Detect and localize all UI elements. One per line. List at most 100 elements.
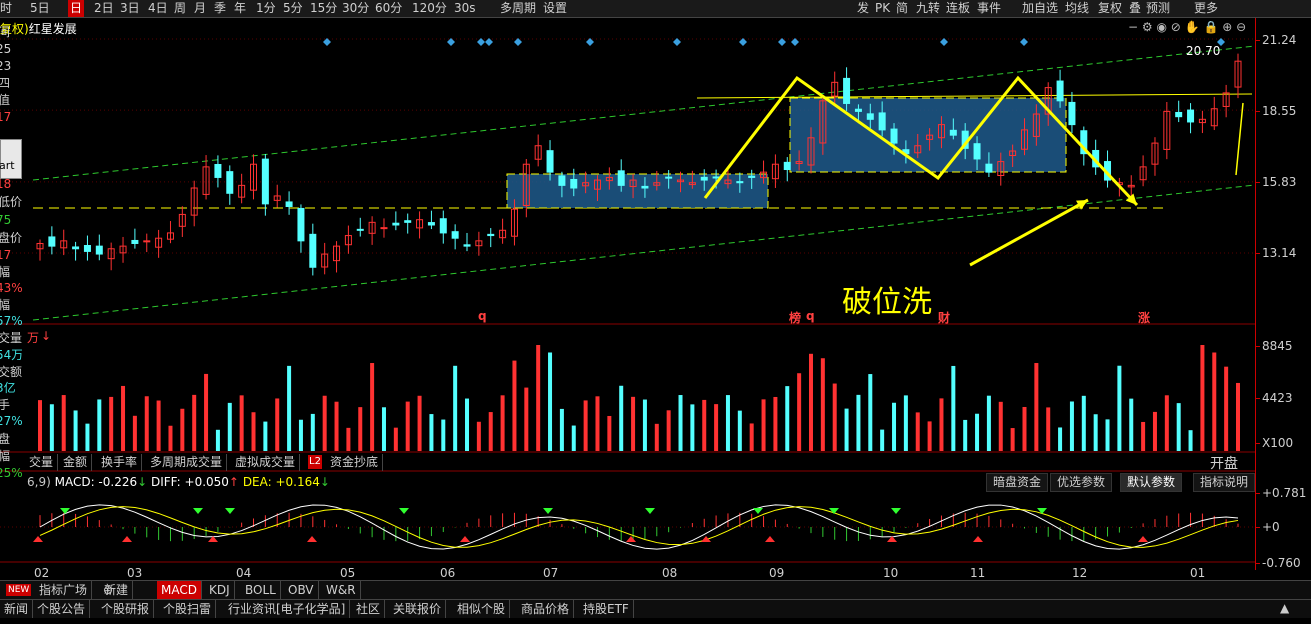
event-marker[interactable]: q xyxy=(478,309,487,323)
volume-bar xyxy=(156,400,161,451)
sell-signal-icon xyxy=(645,508,655,514)
macd-button-2[interactable]: 默认参数 xyxy=(1120,473,1183,492)
volume-bar xyxy=(595,396,600,451)
news-tab-4[interactable]: 行业资讯[电子化学品] xyxy=(224,600,351,619)
eye-icon[interactable]: ◉ xyxy=(1156,20,1166,34)
news-tab-7[interactable]: 相似个股 xyxy=(453,600,511,619)
sell-signal-icon xyxy=(60,508,70,514)
hand-icon[interactable]: ✋ xyxy=(1185,20,1200,34)
zoom-in-icon[interactable]: ⊕ xyxy=(1222,20,1232,34)
kline-chart xyxy=(0,38,1256,563)
volume-bar xyxy=(571,425,576,451)
quote-field: 23 xyxy=(0,59,12,73)
sell-signal-icon xyxy=(543,508,553,514)
macd-button-1[interactable]: 优选参数 xyxy=(1050,473,1113,492)
news-tab-3[interactable]: 个股扫雷 xyxy=(159,600,217,619)
volume-tab-1[interactable]: 金额 xyxy=(59,454,93,471)
volume-tab-0[interactable]: 交量 xyxy=(25,454,59,471)
axis-label: 8845 xyxy=(1262,339,1293,353)
news-tab-5[interactable]: 社区 xyxy=(352,600,386,619)
volume-bar xyxy=(1176,403,1181,451)
buy-signal-icon xyxy=(460,536,470,542)
volume-tab-3[interactable]: 多周期成交量 xyxy=(146,454,228,471)
volume-bar xyxy=(631,396,636,451)
volume-bar xyxy=(239,395,244,451)
minimize-icon[interactable]: − xyxy=(1128,20,1138,34)
hide-icon[interactable]: ⊘ xyxy=(1171,20,1181,34)
indicator-tab-4[interactable]: KDJ xyxy=(205,581,235,599)
volume-bar xyxy=(310,413,315,451)
volume-tab-2[interactable]: 换手率 xyxy=(97,454,143,471)
volume-bar xyxy=(1069,401,1074,451)
quote-field: 27% xyxy=(0,414,22,428)
buy-signal-icon xyxy=(701,536,711,542)
volume-bar xyxy=(844,408,849,451)
month-label: 02 xyxy=(34,566,50,580)
volume-tab-5[interactable]: 资金抄底 xyxy=(326,454,384,471)
volume-bar xyxy=(73,410,78,451)
buy-signal-icon xyxy=(1138,536,1148,542)
event-marker[interactable]: 财 xyxy=(938,309,950,326)
volume-bar xyxy=(358,407,363,451)
news-tab-2[interactable]: 个股研报 xyxy=(97,600,155,619)
axis-label: 15.83 xyxy=(1262,175,1297,189)
indicator-tab-6[interactable]: OBV xyxy=(284,581,319,599)
buy-signal-icon xyxy=(973,536,983,542)
event-marker[interactable]: q xyxy=(806,309,815,323)
event-diamond-icon xyxy=(673,38,681,46)
consolidation-box-1 xyxy=(506,173,769,209)
quote-field: 17 xyxy=(0,248,12,262)
macd-button-3[interactable]: 指标说明 xyxy=(1193,473,1256,492)
event-marker[interactable]: 涨 xyxy=(1138,309,1150,326)
sell-signal-icon xyxy=(1037,508,1047,514)
news-tab-0[interactable]: 新闻 xyxy=(0,600,34,619)
robot-icon[interactable]: ⊙ xyxy=(103,583,113,597)
lock-icon[interactable]: 🔒 xyxy=(1203,20,1218,34)
news-tab-1[interactable]: 个股公告 xyxy=(33,600,91,619)
volume-bar xyxy=(251,412,256,451)
sell-signal-icon xyxy=(399,508,409,514)
volume-bar xyxy=(856,394,861,451)
indicator-tab-0[interactable]: NEW xyxy=(6,584,32,596)
quote-field: 交量 xyxy=(0,331,22,345)
axis-tick xyxy=(1255,563,1260,564)
settings-icon[interactable]: ⚙ xyxy=(1142,20,1153,34)
quote-side-panel: art 间 25 23 四值 17 18 低价 75 盘价 17 幅 43% 幅 57% 交量 54万交额 3亿… xyxy=(0,17,22,502)
volume-bar xyxy=(915,412,920,451)
candle-body xyxy=(309,233,317,268)
left-popup-box[interactable]: art xyxy=(0,139,22,179)
candle-body xyxy=(48,236,56,247)
volume-bar xyxy=(476,421,481,451)
news-tab-8[interactable]: 商品价格 xyxy=(517,600,575,619)
indicator-tab-5[interactable]: BOLL xyxy=(241,581,281,599)
volume-bar xyxy=(1152,411,1157,451)
volume-bar xyxy=(892,402,897,451)
volume-bar xyxy=(986,395,991,451)
candle-body xyxy=(783,161,791,171)
candle-body xyxy=(736,181,744,184)
quote-field: 间 xyxy=(0,25,11,39)
sell-signal-icon xyxy=(225,508,235,514)
indicator-tab-7[interactable]: W&R xyxy=(322,581,361,599)
candle-body xyxy=(143,240,151,243)
expand-icon[interactable]: ▲ xyxy=(1280,601,1289,615)
event-marker[interactable]: 榜 xyxy=(789,309,801,326)
candle-body xyxy=(854,108,862,112)
volume-bar xyxy=(298,419,303,451)
indicator-tab-3[interactable]: MACD xyxy=(157,581,202,599)
volume-bar xyxy=(832,383,837,451)
indicator-tab-1[interactable]: 指标广场 xyxy=(35,581,93,599)
news-tab-6[interactable]: 关联报价 xyxy=(389,600,447,619)
axis-label: +0.781 xyxy=(1262,486,1307,500)
macd-readout: 6,9) MACD: -0.226↓ DIFF: +0.050↑ DEA: +0… xyxy=(27,475,330,489)
axis-label: +0 xyxy=(1262,520,1280,534)
zoom-out-icon[interactable]: ⊖ xyxy=(1236,20,1246,34)
volume-bar xyxy=(998,401,1003,451)
volume-bar xyxy=(951,365,956,451)
l2-badge: L2 xyxy=(308,455,322,469)
macd-button-0[interactable]: 暗盘资金 xyxy=(986,473,1049,492)
news-tab-9[interactable]: 持股ETF xyxy=(579,600,634,619)
volume-bar xyxy=(1058,427,1063,451)
volume-tab-4[interactable]: 虚拟成交量 xyxy=(231,454,301,471)
candle-body xyxy=(214,164,222,178)
